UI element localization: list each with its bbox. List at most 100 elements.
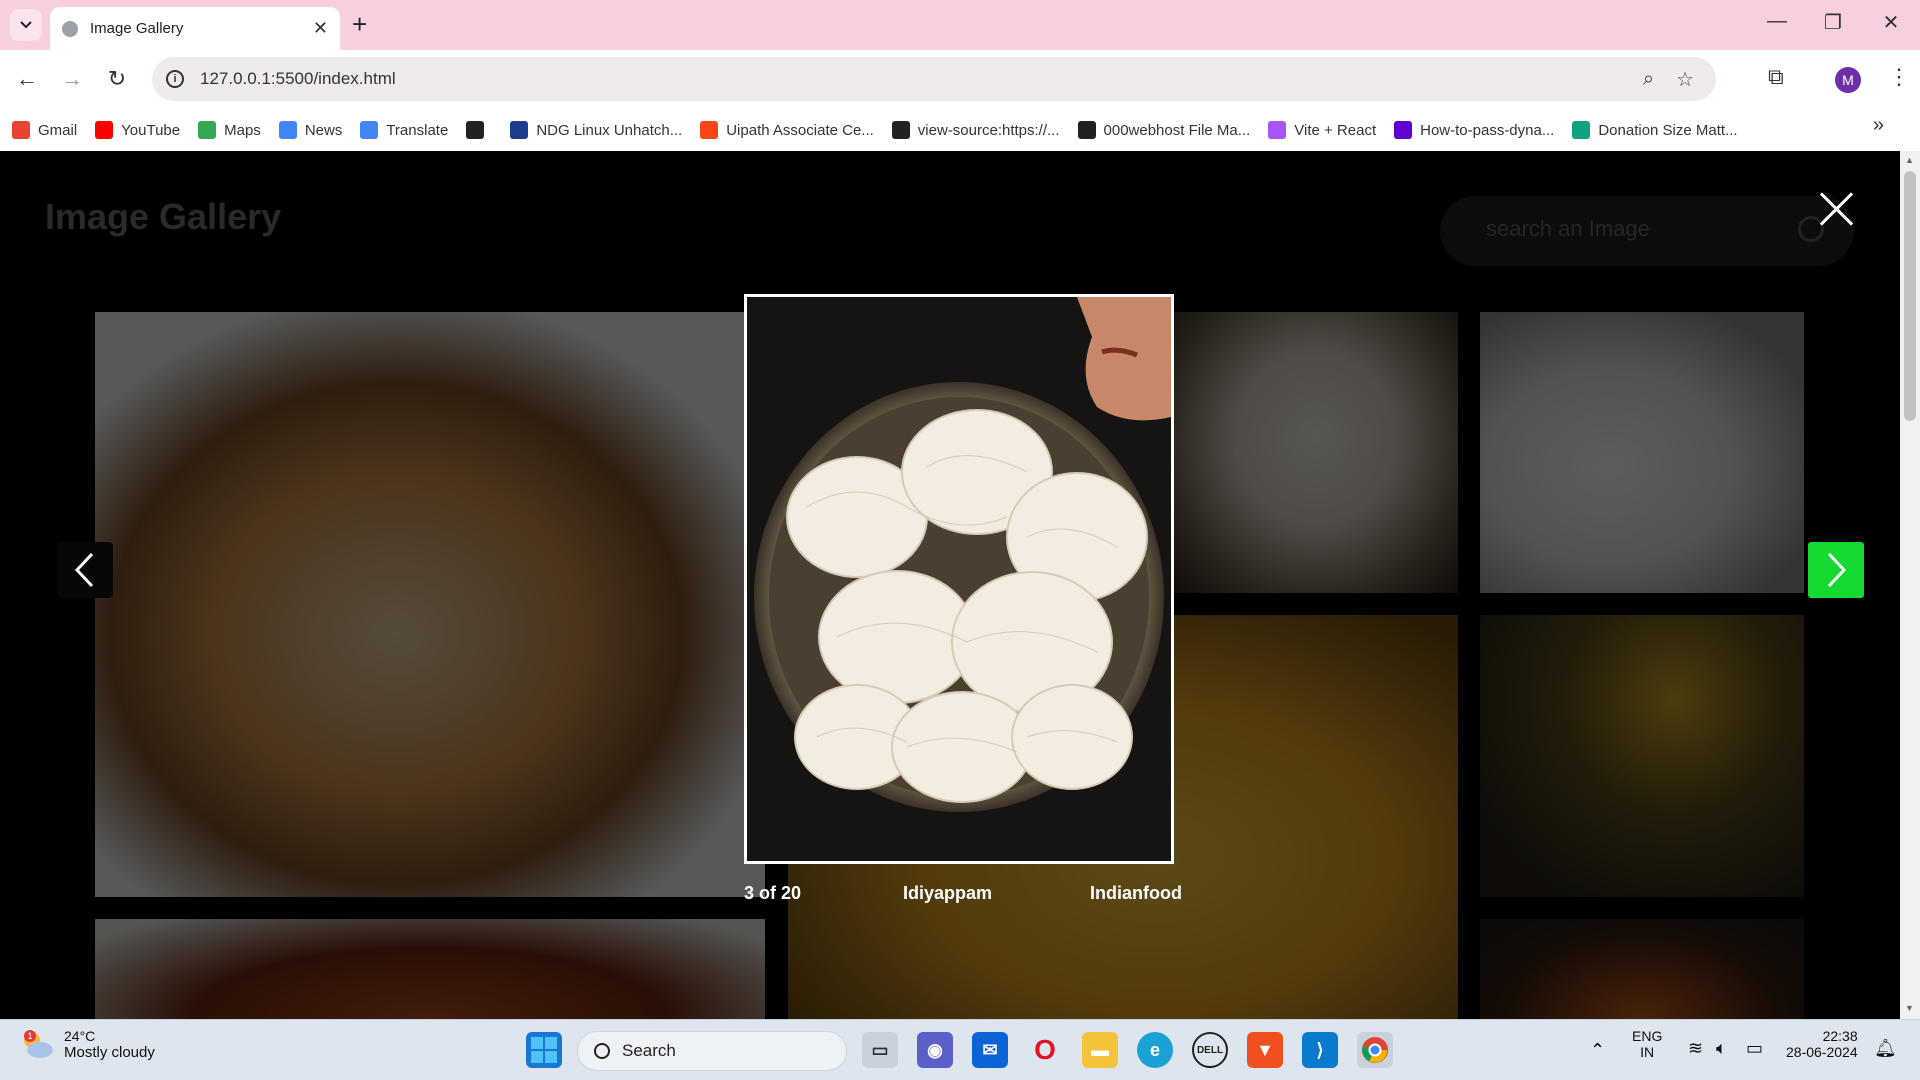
chrome-icon[interactable] [1357,1032,1393,1068]
overlay-dim [1480,615,1804,897]
bookmark-favicon-icon [1394,121,1413,139]
language-indicator[interactable]: ENG IN [1632,1028,1662,1060]
edge-icon[interactable]: e [1137,1032,1173,1068]
clock[interactable]: 22:38 28-06-2024 [1786,1028,1858,1060]
bookmark-label: NDG Linux Unhatch... [536,121,683,139]
cloud-icon: 1 [20,1029,54,1060]
vscode-icon[interactable]: ⟩ [1302,1032,1338,1068]
bookmark-item[interactable]: How-to-pass-dyna... [1394,121,1554,139]
profile-avatar[interactable]: M [1835,67,1861,93]
bookmark-item[interactable]: YouTube [95,121,180,139]
bookmark-favicon-icon [1572,121,1591,139]
bookmark-item[interactable]: NDG Linux Unhatch... [510,121,682,139]
bookmark-label: YouTube [121,121,181,139]
weather-temp: 24°C [64,1028,96,1044]
site-info-icon[interactable]: i [166,70,184,88]
bookmark-item[interactable] [466,121,492,139]
gallery-image-chole-bhature[interactable] [95,312,765,897]
bookmark-label: Donation Size Matt... [1598,121,1738,139]
browser-tab[interactable]: Image Gallery ✕ [50,7,340,50]
page-content: Image Gallery search an Image 3 of 20 Id… [0,151,1920,1019]
weather-widget[interactable]: 1 24°C Mostly cloudy [20,1028,155,1061]
taskbar-search[interactable]: Search [577,1031,847,1071]
restore-icon[interactable]: ❐ [1818,10,1848,35]
task-view-icon[interactable]: ▭ [862,1032,898,1068]
lang-top: ENG [1632,1028,1663,1044]
idiyappam-photo [747,297,1171,861]
chevron-left-icon [74,552,94,588]
scroll-down-icon[interactable]: ▼ [1905,1003,1914,1013]
bookmark-favicon-icon [510,121,529,139]
overlay-dim [95,919,765,1019]
file-explorer-icon[interactable]: ▬ [1082,1032,1118,1068]
tab-close-icon[interactable]: ✕ [313,18,328,39]
bookmark-item[interactable]: Donation Size Matt... [1572,121,1738,139]
gallery-image-pineapple-dish[interactable] [1480,615,1804,897]
bookmarks-bar: Gmail YouTube Maps News Translate NDG Linux U… [0,110,1920,150]
gallery-image-idiyappam-thumb[interactable] [1174,312,1458,593]
weather-badge: 1 [27,1031,32,1041]
bookmark-favicon-icon [360,121,379,139]
bookmark-star-icon[interactable]: ☆ [1676,67,1694,92]
menu-kebab-icon[interactable]: ⋮ [1888,64,1910,90]
bookmarks-overflow-icon[interactable]: » [1873,114,1884,137]
image-search-box[interactable] [1440,196,1854,266]
bookmark-favicon-icon [278,121,297,139]
bookmark-favicon-icon [95,121,114,139]
forward-arrow-icon[interactable]: → [57,64,87,94]
bookmark-item[interactable]: Gmail [12,121,77,139]
address-bar[interactable]: i 127.0.0.1:5500/index.html ⌕ ☆ [152,57,1716,101]
bookmark-item[interactable]: 000webhost File Ma... [1077,121,1251,139]
search-input[interactable] [1486,216,1786,242]
battery-icon[interactable]: ▭ [1746,1038,1763,1059]
page-scrollbar[interactable]: ▲ ▼ [1900,151,1920,1019]
scrollbar-thumb[interactable] [1904,171,1916,421]
gallery-image-row3-left[interactable] [95,919,765,1019]
gallery-image-row3-right[interactable] [1480,919,1804,1019]
extensions-icon[interactable]: ⧉ [1768,64,1784,90]
zoom-icon[interactable]: ⌕ [1643,68,1654,91]
mail-icon[interactable]: ✉ [972,1032,1008,1068]
reload-icon[interactable]: ↻ [102,64,132,94]
bookmark-item[interactable]: Maps [198,121,261,139]
window-close-icon[interactable]: ✕ [1876,10,1906,35]
tray-overflow-icon[interactable]: ⌃ [1590,1040,1605,1061]
bookmark-label: News [304,121,343,139]
wifi-icon[interactable]: ≋ [1688,1038,1703,1059]
windows-start-icon[interactable] [526,1032,562,1068]
dell-icon[interactable]: DELL [1192,1032,1228,1068]
bookmark-label: Vite + React [1294,121,1377,139]
bookmark-item[interactable]: Translate [360,121,448,139]
notification-bell-icon[interactable]: 🔔︎ [1874,1038,1897,1059]
bookmark-favicon-icon [891,121,910,139]
brave-icon[interactable]: ▼ [1247,1032,1283,1068]
next-image-button[interactable] [1808,542,1864,598]
bookmark-label: Uipath Associate Ce... [726,121,874,139]
new-tab-button[interactable]: + [352,11,367,37]
opera-icon[interactable]: O [1027,1032,1063,1068]
bookmark-favicon-icon [198,121,217,139]
bookmark-item[interactable]: News [278,121,343,139]
bookmark-favicon-icon [12,121,30,139]
gallery-image-idli[interactable] [1480,312,1804,593]
bookmark-label: 000webhost File Ma... [1103,121,1251,139]
teams-icon[interactable]: ◉ [917,1032,953,1068]
bookmark-item[interactable]: view-source:https://... [891,121,1060,139]
bookmark-item[interactable]: Uipath Associate Ce... [700,121,874,139]
back-arrow-icon[interactable]: ← [12,64,42,94]
scroll-up-icon[interactable]: ▲ [1905,155,1914,165]
volume-icon[interactable]: 🔈︎ [1716,1038,1727,1059]
bookmark-item[interactable]: Vite + React [1268,121,1376,139]
tab-bar: Image Gallery ✕ + — ❐ ✕ [0,0,1920,50]
taskbar-search-label: Search [622,1041,676,1060]
lightbox-image-name: Idiyappam [903,883,993,903]
url-text[interactable]: 127.0.0.1:5500/index.html [200,69,1643,89]
lightbox-close-icon[interactable] [1818,191,1854,227]
tab-search-button[interactable] [10,9,42,41]
prev-image-button[interactable] [57,542,113,598]
minimize-icon[interactable]: — [1762,10,1792,33]
bookmark-label: How-to-pass-dyna... [1420,121,1555,139]
bookmark-favicon-icon [700,121,719,139]
clock-time: 22:38 [1822,1028,1858,1044]
weather-desc: Mostly cloudy [64,1044,155,1061]
